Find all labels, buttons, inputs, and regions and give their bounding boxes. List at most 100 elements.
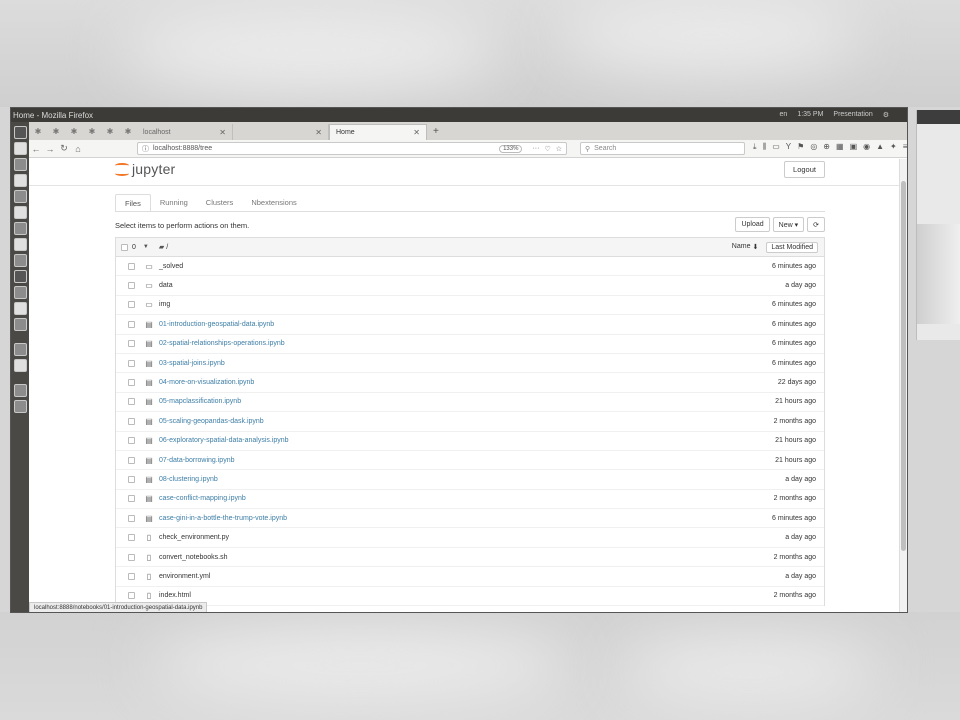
clock[interactable]: 1:35 PM xyxy=(797,111,823,119)
launcher-icon[interactable] xyxy=(13,359,27,372)
file-name-link[interactable]: 05-scaling-geopandas-dask.ipynb xyxy=(159,418,264,425)
file-name-link[interactable]: convert_notebooks.sh xyxy=(159,554,228,561)
reload-icon[interactable]: ↻ xyxy=(57,143,71,154)
launcher-icon[interactable] xyxy=(13,142,27,155)
tray-indicator[interactable]: en xyxy=(780,111,788,119)
file-name-link[interactable]: 05-mapclassification.ipynb xyxy=(159,398,241,405)
pinned-tab-icon[interactable]: ✱ xyxy=(121,124,135,138)
extension-icon[interactable]: ✦ xyxy=(890,142,897,152)
file-name-link[interactable]: img xyxy=(159,301,170,308)
table-row[interactable]: ▤ 02-spatial-relationships-operations.ipy… xyxy=(116,335,824,354)
tab-running[interactable]: Running xyxy=(151,194,197,212)
file-name-link[interactable]: 01-introduction-geospatial-data.ipynb xyxy=(159,321,274,328)
launcher-icon[interactable] xyxy=(13,384,27,397)
launcher-icon[interactable] xyxy=(13,174,27,187)
row-checkbox[interactable] xyxy=(128,572,135,580)
launcher-icon[interactable] xyxy=(13,126,27,139)
row-checkbox[interactable] xyxy=(128,379,135,387)
table-row[interactable]: ▤ 01-introduction-geospatial-data.ipynb 6 … xyxy=(116,315,824,335)
bookmark-icon[interactable]: ☆ xyxy=(556,145,562,153)
select-all-checkbox[interactable] xyxy=(121,243,128,251)
table-row[interactable]: ▤ 04-more-on-visualization.ipynb 22 days a… xyxy=(116,373,824,393)
launcher-icon[interactable] xyxy=(13,158,27,171)
row-checkbox[interactable] xyxy=(128,340,135,348)
launcher-icon[interactable] xyxy=(13,400,27,413)
launcher-icon[interactable] xyxy=(13,343,27,356)
row-checkbox[interactable] xyxy=(128,398,135,406)
file-name-link[interactable]: data xyxy=(159,282,173,289)
sort-by-last-modified[interactable]: Last Modified xyxy=(766,241,818,253)
zoom-indicator[interactable]: 133% xyxy=(499,144,523,153)
table-row[interactable]: ▤ 07-data-borrowing.ipynb 21 hours ago xyxy=(116,451,824,471)
close-icon[interactable]: ✕ xyxy=(315,128,322,137)
launcher-icon[interactable] xyxy=(13,286,27,299)
extension-icon[interactable]: ▣ xyxy=(850,142,858,152)
file-name-link[interactable]: 02-spatial-relationships-operations.ipyn… xyxy=(159,340,285,347)
extension-icon[interactable]: ⊕ xyxy=(823,142,830,152)
file-name-link[interactable]: 07-data-borrowing.ipynb xyxy=(159,457,235,464)
logout-button[interactable]: Logout xyxy=(784,161,825,178)
row-checkbox[interactable] xyxy=(128,456,135,464)
close-icon[interactable]: ✕ xyxy=(219,128,226,137)
user-menu[interactable]: Presentation xyxy=(833,111,872,119)
refresh-button[interactable]: ⟳ xyxy=(807,217,825,232)
table-row[interactable]: ▤ case-gini-in-a-bottle-the-trump-vote.ip… xyxy=(116,509,824,529)
table-row[interactable]: ▯ index.html 2 months ago xyxy=(116,587,824,607)
browser-tab[interactable]: localhost ✕ xyxy=(137,124,233,140)
row-checkbox[interactable] xyxy=(128,262,135,270)
extension-icon[interactable]: ▲ xyxy=(876,142,884,152)
file-name-link[interactable]: case-conflict-mapping.ipynb xyxy=(159,495,246,502)
table-row[interactable]: ▭ img 6 minutes ago xyxy=(116,296,824,316)
folder-icon[interactable]: ▰ xyxy=(159,243,164,251)
row-checkbox[interactable] xyxy=(128,534,135,542)
row-checkbox[interactable] xyxy=(128,417,135,425)
upload-button[interactable]: Upload xyxy=(735,217,770,232)
new-button[interactable]: New ▾ xyxy=(772,217,805,232)
launcher-icon[interactable] xyxy=(13,254,27,267)
pocket-icon[interactable]: ♡ xyxy=(544,145,550,153)
extension-icon[interactable]: ◉ xyxy=(863,142,870,152)
launcher-icon[interactable] xyxy=(13,238,27,251)
pinned-tab-icon[interactable]: ✱ xyxy=(85,124,99,138)
file-name-link[interactable]: 04-more-on-visualization.ipynb xyxy=(159,379,254,386)
table-row[interactable]: ▭ data a day ago xyxy=(116,276,824,296)
settings-icon[interactable]: ⚙ xyxy=(883,111,889,119)
launcher-icon[interactable] xyxy=(13,206,27,219)
row-checkbox[interactable] xyxy=(128,301,135,309)
launcher-icon[interactable] xyxy=(13,222,27,235)
scrollbar[interactable] xyxy=(899,159,907,612)
file-name-link[interactable]: index.html xyxy=(159,592,191,599)
pinned-tab-icon[interactable]: ✱ xyxy=(49,124,63,138)
row-checkbox[interactable] xyxy=(128,359,135,367)
file-name-link[interactable]: 06-exploratory-spatial-data-analysis.ipy… xyxy=(159,437,289,444)
file-name-link[interactable]: 03-spatial-joins.ipynb xyxy=(159,360,225,367)
table-row[interactable]: ▤ 05-scaling-geopandas-dask.ipynb 2 months… xyxy=(116,412,824,432)
table-row[interactable]: ▤ 06-exploratory-spatial-data-analysis.ip… xyxy=(116,432,824,451)
table-row[interactable]: ▯ convert_notebooks.sh 2 months ago xyxy=(116,548,824,568)
close-icon[interactable]: ✕ xyxy=(413,128,420,137)
sort-by-name[interactable]: Name ⬇ xyxy=(732,243,759,251)
row-checkbox[interactable] xyxy=(128,514,135,522)
jupyter-logo[interactable]: jupyter xyxy=(115,161,175,177)
table-row[interactable]: ▭ _solved 6 minutes ago xyxy=(116,257,824,277)
download-icon[interactable]: ⤓ xyxy=(753,142,757,152)
back-icon[interactable]: ← xyxy=(29,144,43,154)
launcher-icon[interactable] xyxy=(13,302,27,315)
file-name-link[interactable]: environment.yml xyxy=(159,573,210,580)
row-checkbox[interactable] xyxy=(128,495,135,503)
launcher-icon[interactable] xyxy=(13,318,27,331)
extension-icon[interactable]: ▦ xyxy=(836,142,844,152)
table-row[interactable]: ▤ case-conflict-mapping.ipynb 2 months ago xyxy=(116,490,824,510)
table-row[interactable]: ▤ 03-spatial-joins.ipynb 6 minutes ago xyxy=(116,354,824,374)
pinned-tab-icon[interactable]: ✱ xyxy=(103,124,117,138)
tab-clusters[interactable]: Clusters xyxy=(197,194,243,212)
row-checkbox[interactable] xyxy=(128,592,135,600)
extension-icon[interactable]: ⚑ xyxy=(797,142,804,152)
file-name-link[interactable]: check_environment.py xyxy=(159,534,229,541)
row-checkbox[interactable] xyxy=(128,282,135,290)
forward-icon[interactable]: → xyxy=(43,144,57,154)
file-name-link[interactable]: 08-clustering.ipynb xyxy=(159,476,218,483)
file-name-link[interactable]: _solved xyxy=(159,263,183,270)
row-checkbox[interactable] xyxy=(128,475,135,483)
url-bar[interactable]: ⓘ localhost:8888/tree 133% ··· ♡ ☆ xyxy=(137,142,567,155)
